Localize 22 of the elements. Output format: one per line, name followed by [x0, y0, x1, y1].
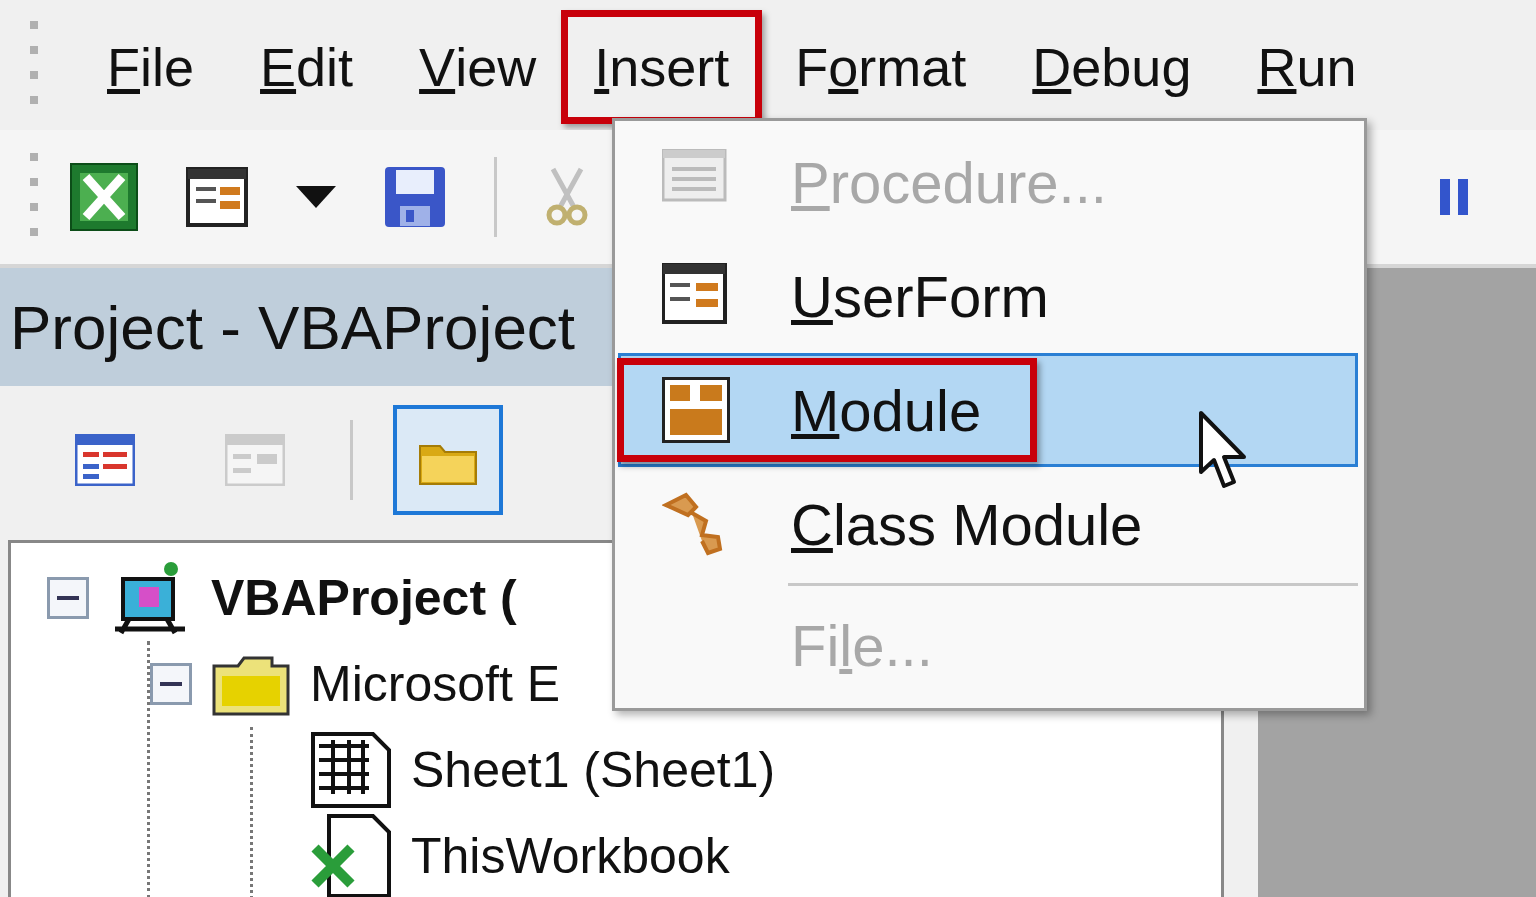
dropdown-arrow-icon[interactable]: [296, 186, 336, 208]
folder-icon-button[interactable]: [393, 405, 503, 515]
sheet-icon: [311, 732, 391, 808]
excel-icon[interactable]: [70, 163, 138, 231]
tree-item[interactable]: Microsoft E: [310, 655, 561, 713]
module-icon: [662, 377, 730, 443]
menu-item[interactable]: File: [74, 10, 228, 124]
menu-item[interactable]: Edit: [227, 10, 387, 124]
userform-icon[interactable]: [186, 167, 248, 227]
tree-item[interactable]: Sheet1 (Sheet1): [411, 741, 776, 799]
collapse-box-icon[interactable]: [47, 577, 89, 619]
tree-item[interactable]: VBAProject (: [211, 569, 517, 627]
menu-item[interactable]: Class Module: [618, 467, 1358, 581]
toolbar-grip-icon[interactable]: [28, 21, 40, 105]
pause-icon[interactable]: [1438, 177, 1470, 217]
tree-item[interactable]: ThisWorkbook: [411, 827, 730, 885]
properties-list-icon: [75, 434, 135, 486]
object-list-icon: [225, 434, 285, 486]
collapse-box-icon[interactable]: [150, 663, 192, 705]
menu-item[interactable]: Module: [618, 353, 1358, 467]
save-icon[interactable]: [384, 166, 446, 228]
toolbar-grip-icon[interactable]: [28, 153, 40, 237]
